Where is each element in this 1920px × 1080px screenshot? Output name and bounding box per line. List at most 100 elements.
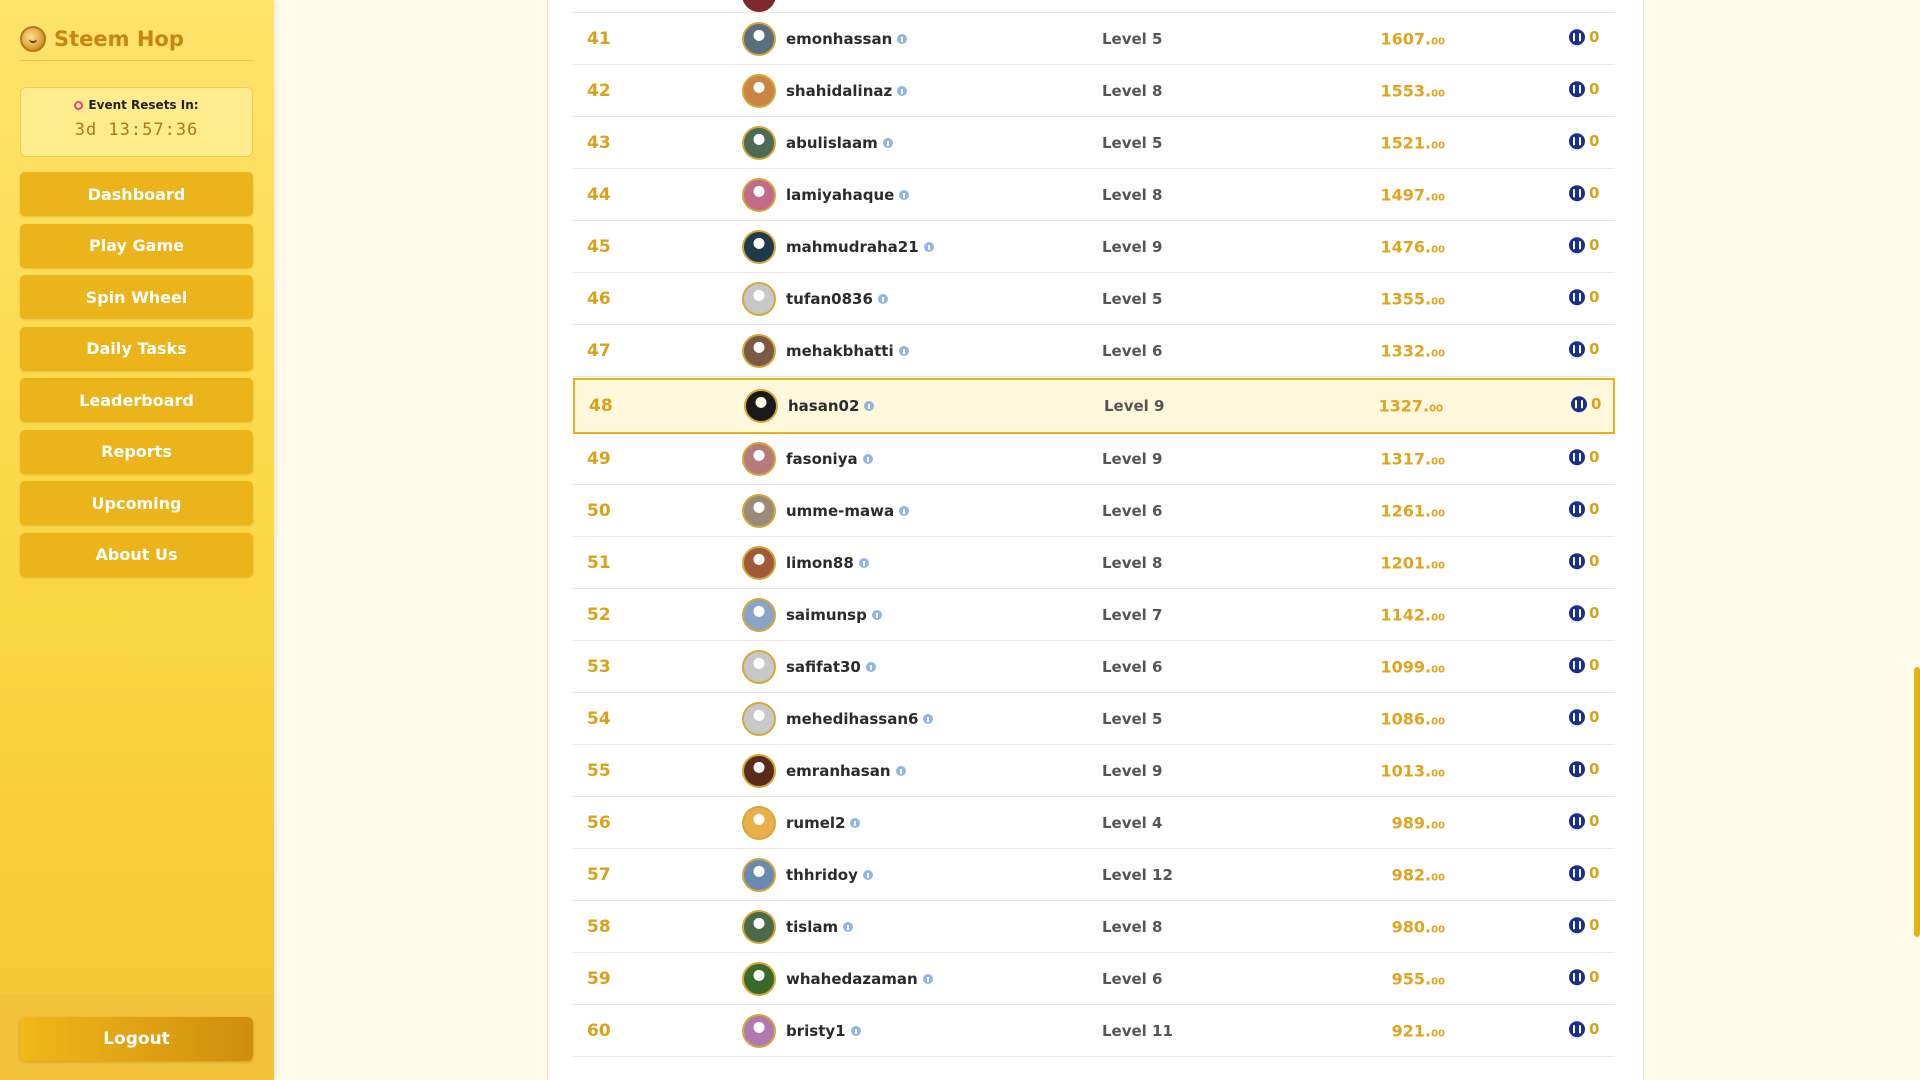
avatar[interactable] <box>742 21 776 56</box>
info-icon[interactable] <box>843 921 854 932</box>
username-link[interactable]: tufan0836 <box>786 290 873 308</box>
brand[interactable]: Steem Hop <box>20 18 253 61</box>
username-link[interactable]: mehedihassan6 <box>786 710 918 728</box>
rank-number: 56 <box>587 812 611 833</box>
username-link[interactable]: thhridoy <box>786 866 858 884</box>
username-link[interactable]: rumel2 <box>786 814 845 832</box>
username-link[interactable]: fasoniya <box>786 450 858 468</box>
steem-icon <box>1569 184 1585 201</box>
info-icon[interactable] <box>897 85 908 96</box>
score-integer: 1142. <box>1380 605 1432 624</box>
nav-daily-tasks-button[interactable]: Daily Tasks <box>20 326 253 371</box>
avatar[interactable] <box>742 333 776 368</box>
nav-play-game-button[interactable]: Play Game <box>20 223 253 268</box>
nav-spin-wheel-button[interactable]: Spin Wheel <box>20 275 253 319</box>
avatar[interactable] <box>742 597 776 632</box>
info-icon[interactable] <box>850 1025 861 1036</box>
score-value: 1142.00 <box>1380 605 1445 624</box>
nav-leaderboard-button[interactable]: Leaderboard <box>20 378 253 422</box>
username-link[interactable]: lamiyahaque <box>786 186 894 204</box>
score-decimal: 00 <box>1431 296 1445 307</box>
score-value: 955.00 <box>1392 969 1445 988</box>
info-icon[interactable] <box>923 241 934 252</box>
username-link[interactable]: umme-mawa <box>786 502 894 520</box>
username-link[interactable]: limon88 <box>786 554 854 572</box>
avatar[interactable] <box>742 73 776 108</box>
info-icon[interactable] <box>864 401 875 411</box>
username-link[interactable]: tislam <box>786 918 838 936</box>
avatar[interactable] <box>742 701 776 736</box>
avatar[interactable] <box>742 805 776 840</box>
level-label: Level 5 <box>1102 289 1163 308</box>
avatar[interactable] <box>742 753 776 788</box>
event-timer: Event Resets In: 3d 13:57:36 <box>20 87 253 157</box>
avatar[interactable] <box>742 281 776 316</box>
avatar[interactable] <box>742 493 776 528</box>
username-link[interactable]: shahidalinaz <box>786 82 892 100</box>
info-icon[interactable] <box>877 293 888 304</box>
avatar[interactable] <box>742 441 776 476</box>
score-integer: 1497. <box>1380 185 1432 204</box>
username-link[interactable]: safifat30 <box>786 658 861 676</box>
info-icon[interactable] <box>882 137 893 148</box>
score-value: 1355.00 <box>1380 289 1445 308</box>
avatar[interactable] <box>742 545 776 580</box>
reward-cell: 0 <box>1569 28 1599 46</box>
avatar[interactable] <box>742 857 776 892</box>
avatar[interactable] <box>742 649 776 684</box>
info-icon[interactable] <box>899 505 910 516</box>
avatar[interactable] <box>742 177 776 212</box>
info-icon[interactable] <box>862 869 873 880</box>
scrollbar-thumb[interactable] <box>1914 667 1920 937</box>
score-value: 1086.00 <box>1380 709 1445 728</box>
username-link[interactable]: emonhassan <box>786 30 892 48</box>
nav-dashboard-button[interactable]: Dashboard <box>20 172 253 216</box>
logout-button[interactable]: Logout <box>20 1017 253 1061</box>
score-value: 1261.00 <box>1380 501 1445 520</box>
nav-upcoming-button[interactable]: Upcoming <box>20 481 253 525</box>
score-integer: 982. <box>1391 865 1432 884</box>
score-value: 1607.00 <box>1380 29 1445 48</box>
reward-cell: 0 <box>1569 236 1599 254</box>
avatar[interactable] <box>742 961 776 996</box>
nav-about-us-button[interactable]: About Us <box>20 532 253 577</box>
username-link[interactable]: mahmudraha21 <box>786 238 919 256</box>
timer-label-wrap: Event Resets In: <box>21 98 252 112</box>
score-integer: 1355. <box>1380 289 1432 308</box>
username-link[interactable]: mehakbhatti <box>786 342 894 360</box>
rank-number: 42 <box>587 80 611 101</box>
avatar[interactable] <box>742 125 776 160</box>
reward-value: 0 <box>1589 551 1600 570</box>
reward-value: 0 <box>1589 287 1600 306</box>
avatar[interactable] <box>744 389 778 423</box>
table-row: 59 whahedazaman Level 6 955.00 0 <box>573 953 1615 1005</box>
info-icon[interactable] <box>865 661 876 672</box>
info-icon[interactable] <box>871 609 882 620</box>
info-icon[interactable] <box>862 453 873 464</box>
info-icon[interactable] <box>858 557 869 568</box>
info-icon[interactable] <box>923 713 934 724</box>
username-wrap: shahidalinaz <box>786 82 908 100</box>
username-link[interactable]: emranhasan <box>786 762 891 780</box>
score-integer: 921. <box>1391 1021 1432 1040</box>
reward-cell: 0 <box>1569 916 1599 934</box>
avatar[interactable] <box>742 1013 776 1048</box>
info-icon[interactable] <box>895 765 906 776</box>
score-value: 1553.00 <box>1380 81 1445 100</box>
info-icon[interactable] <box>850 817 861 828</box>
avatar[interactable] <box>742 909 776 944</box>
info-icon[interactable] <box>898 345 909 356</box>
info-icon[interactable] <box>922 973 933 984</box>
username-link[interactable]: whahedazaman <box>786 970 918 988</box>
reward-value: 0 <box>1589 1019 1600 1038</box>
nav-reports-button[interactable]: Reports <box>20 429 253 474</box>
username-link[interactable]: bristy1 <box>786 1022 846 1040</box>
info-icon[interactable] <box>897 33 908 44</box>
avatar[interactable] <box>742 229 776 264</box>
score-decimal: 00 <box>1431 768 1445 779</box>
reward-value: 0 <box>1589 183 1600 202</box>
info-icon[interactable] <box>899 189 910 200</box>
username-link[interactable]: hasan02 <box>788 397 859 415</box>
username-link[interactable]: saimunsp <box>786 606 867 624</box>
username-link[interactable]: abulislaam <box>786 134 878 152</box>
